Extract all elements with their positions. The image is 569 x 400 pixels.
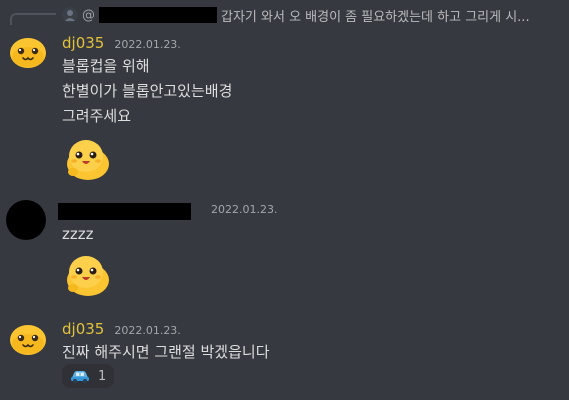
chat-log: @ 갑자기 와서 오 배경이 좀 필요하겠는데 하고 그리게 시... dj03… bbox=[0, 0, 569, 400]
blob-sticker[interactable] bbox=[62, 250, 110, 298]
redacted-username bbox=[58, 203, 191, 220]
reaction-count: 1 bbox=[98, 368, 107, 384]
reply-connector bbox=[10, 13, 56, 25]
username[interactable]: dj035 bbox=[62, 34, 104, 52]
blob-avatar-icon bbox=[8, 31, 48, 71]
message-header: 2022.01.23. bbox=[58, 203, 277, 220]
reply-mention-prefix[interactable]: @ bbox=[82, 8, 95, 23]
reply-avatar-icon bbox=[62, 7, 78, 23]
message-line: 한별이가 블롭안고있는배경 bbox=[62, 82, 233, 100]
blob-avatar-icon bbox=[8, 318, 48, 358]
car-emoji-icon bbox=[70, 369, 90, 383]
username[interactable]: dj035 bbox=[62, 320, 104, 338]
redacted-username bbox=[99, 7, 217, 23]
avatar[interactable] bbox=[8, 31, 48, 71]
reaction-button[interactable]: 1 bbox=[62, 364, 115, 388]
message-line: 블롭컵을 위해 bbox=[62, 57, 150, 75]
message-line: 진짜 해주시면 그랜절 박겠읍니다 bbox=[62, 343, 270, 361]
message-line: zzzz bbox=[62, 225, 94, 243]
blob-happy-sticker-icon bbox=[67, 140, 109, 180]
avatar[interactable] bbox=[8, 318, 48, 358]
message-header: dj035 2022.01.23. bbox=[62, 34, 181, 52]
timestamp: 2022.01.23. bbox=[211, 203, 278, 216]
reply-context[interactable]: @ 갑자기 와서 오 배경이 좀 필요하겠는데 하고 그리게 시... bbox=[62, 4, 530, 26]
blob-sticker[interactable] bbox=[62, 134, 110, 182]
blob-happy-sticker-icon bbox=[67, 256, 109, 296]
avatar[interactable] bbox=[6, 200, 46, 240]
reply-preview-text[interactable]: 갑자기 와서 오 배경이 좀 필요하겠는데 하고 그리게 시... bbox=[221, 6, 530, 25]
message-line: 그려주세요 bbox=[62, 107, 132, 125]
message-header: dj035 2022.01.23. bbox=[62, 320, 181, 338]
reply-avatar[interactable] bbox=[62, 7, 78, 23]
timestamp: 2022.01.23. bbox=[114, 324, 181, 337]
timestamp: 2022.01.23. bbox=[114, 38, 181, 51]
